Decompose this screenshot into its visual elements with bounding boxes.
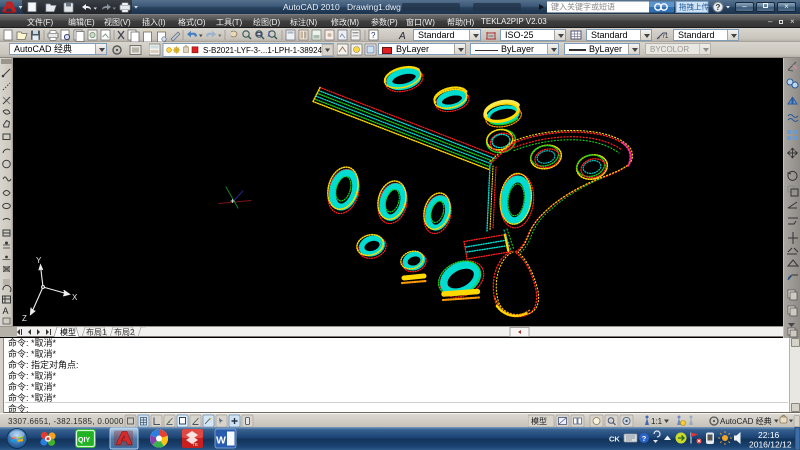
svg-text:W: W [216, 435, 226, 447]
svg-text:QIY: QIY [78, 437, 90, 444]
svg-text:?: ? [642, 434, 647, 443]
svg-text:拖拽上传: 拖拽上传 [679, 2, 709, 12]
svg-text:CK: CK [609, 435, 620, 444]
svg-text:A: A [398, 31, 406, 42]
svg-text:S-B2021-LYF-3-...1-LPH-1-38924: S-B2021-LYF-3-...1-LPH-1-389242 [203, 46, 327, 55]
svg-text:2016/12/12: 2016/12/12 [749, 440, 792, 450]
svg-text:键入关键字或短语: 键入关键字或短语 [551, 2, 615, 12]
svg-text:Z: Z [22, 314, 27, 323]
svg-text:AutoCAD 经典: AutoCAD 经典 [720, 416, 772, 426]
svg-text:模型: 模型 [531, 416, 547, 426]
svg-text:模型: 模型 [60, 327, 76, 337]
svg-text:布局2: 布局2 [114, 327, 135, 337]
svg-text:?: ? [716, 3, 721, 12]
svg-text:X: X [72, 293, 78, 302]
svg-text:TB: TB [192, 442, 198, 447]
svg-text:?: ? [371, 31, 376, 40]
svg-text:布局1: 布局1 [86, 327, 107, 337]
svg-text:A: A [3, 306, 9, 316]
svg-text:r1: r1 [663, 34, 669, 40]
svg-text:22:16: 22:16 [758, 430, 780, 440]
svg-text:Y: Y [36, 256, 42, 265]
svg-text:1:1: 1:1 [651, 417, 663, 426]
